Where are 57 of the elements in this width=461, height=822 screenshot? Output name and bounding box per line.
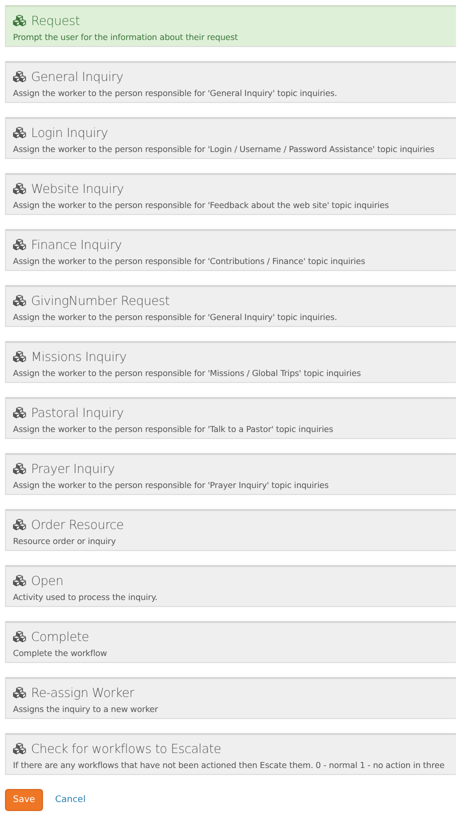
activity-card[interactable]: Login Inquiry Assign the worker to the person responsible for 'Login / Username / Password Assistance' topic inquiries <box>5 117 456 159</box>
activity-title: Pastoral Inquiry <box>31 404 124 421</box>
cubes-icon <box>13 350 26 363</box>
activity-description: Assign the worker to the person responsible for 'Contributions / Finance' topic inquiries <box>13 255 366 267</box>
activity-title: Order Resource <box>31 516 124 533</box>
activity-title: Finance Inquiry <box>31 236 122 253</box>
cubes-icon <box>13 686 26 699</box>
activity-description: Assigns the inquiry to a new worker <box>13 703 159 715</box>
activity-description: Assign the worker to the person responsible for 'Prayer Inquiry' topic inquiries <box>13 479 330 491</box>
activity-title: GivingNumber Request <box>31 292 170 309</box>
activity-card[interactable]: Re-assign Worker Assigns the inquiry to a new worker <box>5 677 456 719</box>
activity-description: Assign the worker to the person responsible for 'Talk to a Pastor' topic inquiries <box>13 423 334 435</box>
cubes-icon <box>13 294 26 307</box>
activity-card[interactable]: Pastoral Inquiry Assign the worker to the person responsible for 'Talk to a Pastor' topic inquiries <box>5 397 456 439</box>
activity-card[interactable]: Website Inquiry Assign the worker to the person responsible for 'Feedback about the web site' topic inquiries <box>5 173 456 215</box>
cubes-icon <box>13 574 26 587</box>
activity-description: Complete the workflow <box>13 647 108 659</box>
cubes-icon <box>13 14 26 27</box>
activity-description: Activity used to process the inquiry. <box>13 591 158 603</box>
activity-description: Assign the worker to the person responsible for 'Feedback about the web site' topic inquiries <box>13 199 390 211</box>
activity-title: Open <box>31 572 64 589</box>
activity-card[interactable]: Order Resource Resource order or inquiry <box>5 509 456 551</box>
activity-title: Complete <box>31 628 89 645</box>
activity-title: Check for workflows to Escalate <box>31 740 221 757</box>
activity-card[interactable]: Open Activity used to process the inquiry. <box>5 565 456 607</box>
activity-card[interactable]: Check for workflows to Escalate If there are any workflows that have not been actioned then Escate them. 0 - normal 1 - no action in three <box>5 733 456 775</box>
activity-description: If there are any workflows that have not been actioned then Escate them. 0 - normal 1 - no action in three <box>13 759 446 771</box>
cubes-icon <box>13 126 26 139</box>
activity-title: Website Inquiry <box>31 180 124 197</box>
cubes-icon <box>13 518 26 531</box>
cubes-icon <box>13 630 26 643</box>
cubes-icon <box>13 70 26 83</box>
activity-card[interactable]: General Inquiry Assign the worker to the person responsible for 'General Inquiry' topic inquiries. <box>5 61 456 103</box>
activity-title: Missions Inquiry <box>31 348 126 365</box>
activity-card[interactable]: Request Prompt the user for the information about their request <box>5 5 456 47</box>
activity-description: Assign the worker to the person responsible for 'Login / Username / Password Assistance' topic inquiries <box>13 143 436 155</box>
activity-card[interactable]: GivingNumber Request Assign the worker to the person responsible for 'General Inquiry' topic inquiries. <box>5 285 456 327</box>
activity-description: Assign the worker to the person responsible for 'Missions / Global Trips' topic inquiries <box>13 367 362 379</box>
activity-card[interactable]: Prayer Inquiry Assign the worker to the person responsible for 'Prayer Inquiry' topic inquiries <box>5 453 456 495</box>
activity-description: Assign the worker to the person responsible for 'General Inquiry' topic inquiries. <box>13 311 338 323</box>
cubes-icon <box>13 462 26 475</box>
activity-card[interactable]: Complete Complete the workflow <box>5 621 456 663</box>
activity-title: Re-assign Worker <box>31 684 134 701</box>
cubes-icon <box>13 742 26 755</box>
activity-description: Resource order or inquiry <box>13 535 117 547</box>
activity-title: Request <box>31 12 80 29</box>
cubes-icon <box>13 238 26 251</box>
activity-title: General Inquiry <box>31 68 124 85</box>
activity-description: Assign the worker to the person responsible for 'General Inquiry' topic inquiries. <box>13 87 338 99</box>
cancel-link[interactable]: Cancel <box>55 795 86 805</box>
activity-card[interactable]: Finance Inquiry Assign the worker to the person responsible for 'Contributions / Finance' topic inquiries <box>5 229 456 271</box>
activity-description: Prompt the user for the information about their request <box>13 31 239 43</box>
activity-title: Prayer Inquiry <box>31 460 115 477</box>
activity-card[interactable]: Missions Inquiry Assign the worker to the person responsible for 'Missions / Global Trips' topic inquiries <box>5 341 456 383</box>
activity-title: Login Inquiry <box>31 124 108 141</box>
cubes-icon <box>13 182 26 195</box>
cubes-icon <box>13 406 26 419</box>
